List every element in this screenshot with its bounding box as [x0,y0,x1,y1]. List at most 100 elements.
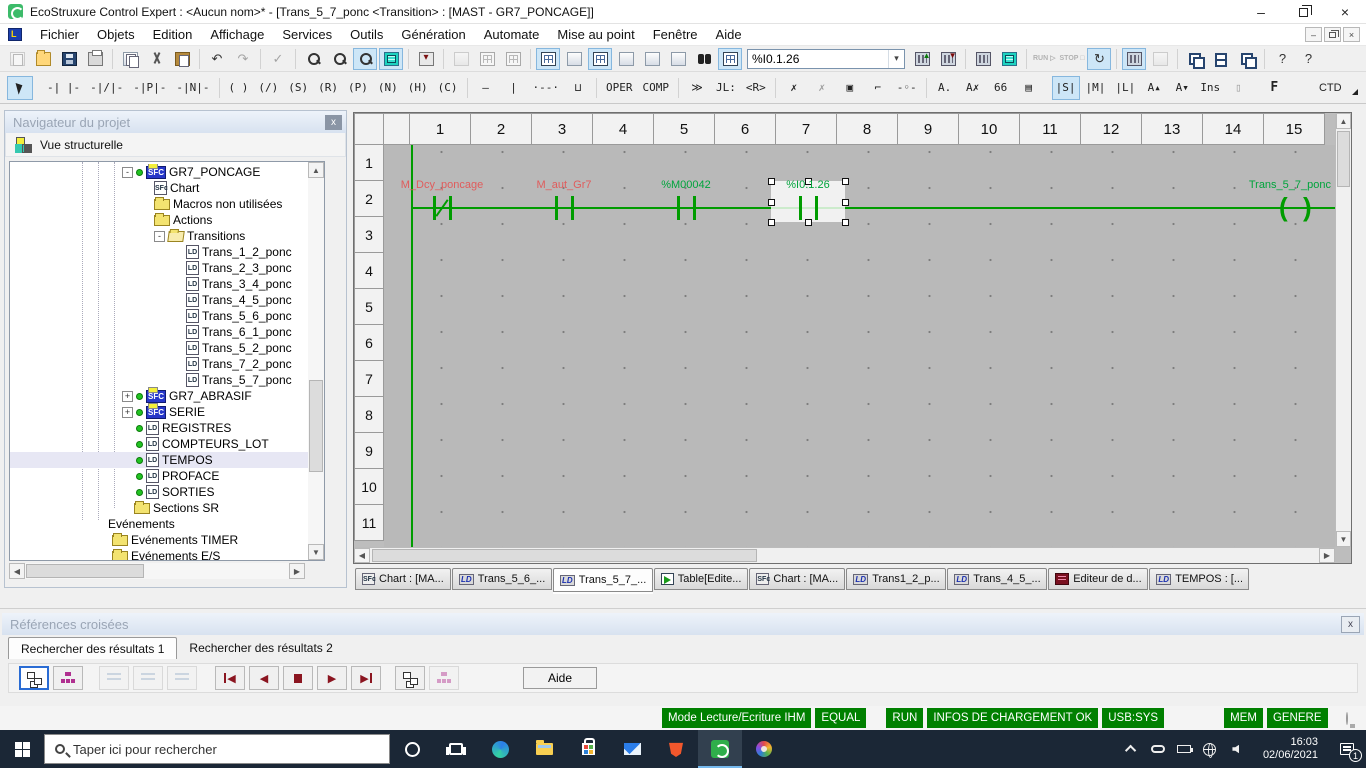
taskbar-clock[interactable]: 16:03 02/06/2021 [1249,736,1328,762]
coil-n-button[interactable]: (N) [374,76,402,100]
tree-item-trans-5-7-ponc[interactable]: LDTrans_5_7_ponc [10,372,308,388]
doc-tab-trans-5-6-[interactable]: LDTrans_5_6_... [452,568,552,590]
crossref-close-button[interactable]: x [1341,616,1360,633]
transfer-from-plc-button[interactable] [936,48,960,70]
minimize-button[interactable]: – [1240,0,1282,24]
contact-nc-button[interactable]: -|/|- [86,76,127,100]
scroll-left-icon[interactable]: ◀ [354,548,370,563]
menu-aide[interactable]: Aide [707,25,751,44]
scroll-up-icon[interactable]: ▲ [308,162,324,178]
type-view-button[interactable] [19,666,49,690]
simulator-button[interactable] [971,48,995,70]
taskbar-search-input[interactable]: Taper ici pour rechercher [44,734,390,764]
menu-affichage[interactable]: Affichage [201,25,273,44]
menu-génération[interactable]: Génération [392,25,474,44]
doc-tab-tempos-[interactable]: LDTEMPOS : [... [1149,568,1249,590]
notification-center-button[interactable]: 1 [1328,730,1366,768]
tray-chevron-up-button[interactable] [1119,730,1145,768]
start-button[interactable] [0,730,44,768]
doc-tab-table-edite-[interactable]: Table[Edite... [654,568,749,590]
assert-a-button[interactable]: A. [932,76,958,100]
doc-tab-trans-5-7-[interactable]: LDTrans_5_7_... [553,568,653,592]
scroll-up-icon[interactable]: ▲ [1336,113,1351,129]
coil-negated-button[interactable]: (/) [254,76,282,100]
taskbar-paint-button[interactable] [742,730,786,768]
menu-services[interactable]: Services [273,25,341,44]
menu-mise-au-point[interactable]: Mise au point [548,25,643,44]
ladder-canvas[interactable]: M_Dcy_poncageM_aut_Gr7%M00042%I0.1.26()T… [384,145,1335,547]
scroll-left-icon[interactable]: ◀ [9,563,25,579]
tree-item-ev-nements-e-s[interactable]: Evénements E/S [10,548,308,560]
mode-symbol-button[interactable]: |S| [1052,76,1080,100]
tree-item-trans-1-2-ponc[interactable]: LDTrans_1_2_ponc [10,244,308,260]
contact-p-button[interactable]: -|P|- [129,76,170,100]
tree-item-compteurs-lot[interactable]: LDCOMPTEURS_LOT [10,436,308,452]
tile-vertical-button[interactable] [1235,48,1259,70]
operate-block-button[interactable]: OPER [602,76,637,100]
nav-prev-button[interactable]: ◀ [249,666,279,690]
mode-address-button[interactable]: |L| [1111,76,1139,100]
ruler-button[interactable]: ▤ [1016,76,1042,100]
tree-item-macros-non-utilis-es[interactable]: Macros non utilisées [10,196,308,212]
structure-list-button[interactable] [562,48,586,70]
menu-objets[interactable]: Objets [88,25,144,44]
doc-tab-trans-4-5-[interactable]: LDTrans_4_5_... [947,568,1047,590]
mode-mixed-button[interactable]: |M| [1082,76,1110,100]
child-window-icon[interactable] [8,28,22,41]
animation-table-button[interactable] [588,48,612,70]
tray-network-button[interactable] [1197,730,1223,768]
insert-mode-button[interactable]: Ins [1197,76,1223,100]
taskbar-cortana-button[interactable] [390,730,434,768]
zoom-in-button[interactable] [301,48,325,70]
address-combobox[interactable]: %I0.1.26 ▾ [747,49,905,69]
tree-expander-icon[interactable]: - [154,231,165,242]
tree-item-chart[interactable]: SFcChart [10,180,308,196]
nav-stop-button[interactable] [283,666,313,690]
copy-button[interactable] [118,48,142,70]
coil-p-button[interactable]: (P) [344,76,372,100]
tree-item-gr7-abrasif[interactable]: +SFCGR7_ABRASIF [10,388,308,404]
select-tool-button[interactable] [7,76,33,100]
child-restore-button[interactable] [1324,27,1341,42]
doc-tab-trans1-2-p-[interactable]: LDTrans1_2_p... [846,568,946,590]
save-button[interactable] [57,48,81,70]
nav-first-button[interactable]: ◀ [215,666,245,690]
coil-call-button[interactable]: (C) [434,76,462,100]
tree-item-transitions[interactable]: -Transitions [10,228,308,244]
nav-next-button[interactable]: ▶ [317,666,347,690]
refresh-button[interactable]: ↻ [1087,48,1111,70]
inspect-window-button[interactable]: ▣ [837,76,863,100]
tree-expander-icon[interactable]: + [122,407,133,418]
navigator-title-bar[interactable]: Navigateur du projet x [5,111,346,133]
assert-x-button[interactable]: A✗ [960,76,986,100]
tree-expander-icon[interactable]: + [122,391,133,402]
tree-item-trans-2-3-ponc[interactable]: LDTrans_2_3_ponc [10,260,308,276]
tile-horizontal-button[interactable] [1209,48,1233,70]
tree-item-proface[interactable]: LDPROFACE [10,468,308,484]
editor-vscroll-thumb[interactable] [1337,131,1350,187]
chevron-down-icon[interactable]: ▾ [888,50,904,68]
jump-button[interactable]: ≫ [684,76,710,100]
crossref-tab-2[interactable]: Rechercher des résultats 2 [177,637,344,659]
tree-item-ev-nements-timer[interactable]: Evénements TIMER [10,532,308,548]
context-help-button[interactable]: ? [1296,48,1320,70]
tray-battery-button[interactable] [1171,730,1197,768]
font-bigger-button[interactable]: A▴ [1141,76,1167,100]
tree-item-trans-7-2-ponc[interactable]: LDTrans_7_2_ponc [10,356,308,372]
zoom-out-button[interactable] [327,48,351,70]
cascade-button[interactable] [1183,48,1207,70]
coil-halt-button[interactable]: (H) [404,76,432,100]
tree-vscrollbar[interactable]: ▲ ▼ [308,162,324,560]
hline-button[interactable]: — [473,76,499,100]
help-button[interactable]: ? [1270,48,1294,70]
help-button[interactable]: Aide [523,667,597,689]
ladder-coil-Trans-5-7-ponc[interactable] [1276,192,1316,224]
tray-onedrive-button[interactable] [1145,730,1171,768]
cut-button[interactable] [144,48,168,70]
tree-item-trans-6-1-ponc[interactable]: LDTrans_6_1_ponc [10,324,308,340]
crossref-tab-1[interactable]: Rechercher des résultats 1 [8,637,177,659]
tree-item-ev-nements[interactable]: Evénements [10,516,308,532]
tree-item-trans-5-6-ponc[interactable]: LDTrans_5_6_ponc [10,308,308,324]
menu-fenêtre[interactable]: Fenêtre [644,25,707,44]
scroll-right-icon[interactable]: ▶ [1319,548,1335,563]
